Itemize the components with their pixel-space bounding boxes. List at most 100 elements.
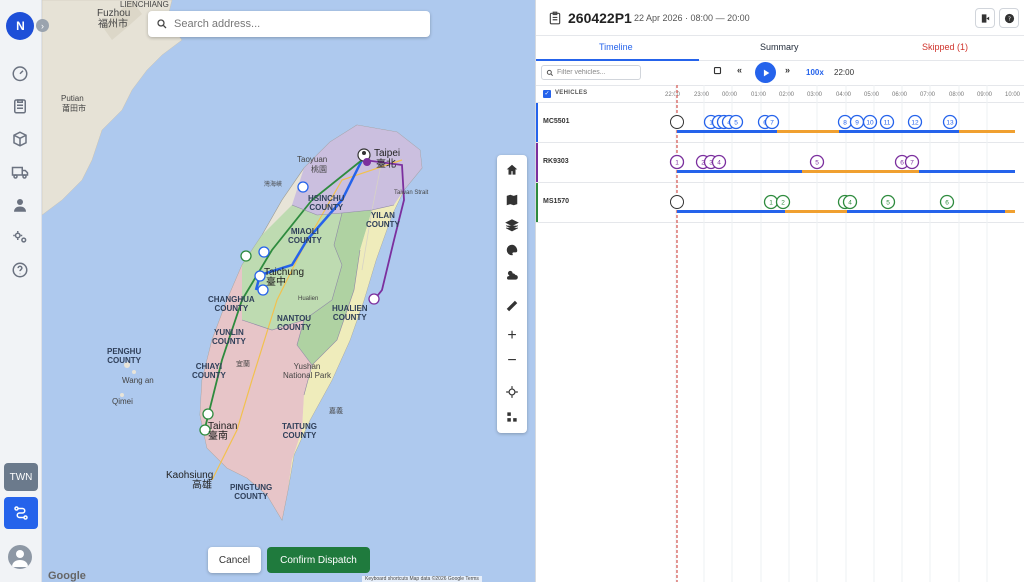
svg-text:7: 7	[910, 160, 914, 167]
label-tainan: Tainan	[208, 421, 238, 432]
current-time: 22:00	[834, 68, 855, 77]
label-qimei: Qimei	[112, 397, 133, 406]
svg-text:6: 6	[945, 200, 949, 207]
playback-speed[interactable]: 100x	[806, 68, 824, 77]
svg-text:5: 5	[886, 200, 890, 207]
truck-icon[interactable]	[9, 161, 31, 183]
tab-summary[interactable]: Summary	[760, 42, 799, 52]
depot-marker[interactable]	[670, 115, 684, 129]
label-tainan-cn: 臺南	[208, 431, 228, 442]
plan-date: 22 Apr 2026 · 08:00 — 20:00	[634, 13, 750, 23]
app-logo[interactable]: N	[6, 12, 34, 40]
stop-marker[interactable]: 13	[942, 114, 958, 130]
label-kaohsiung: Kaohsiung	[166, 470, 214, 481]
stop-marker[interactable]: 9	[849, 114, 865, 130]
svg-text:6: 6	[900, 160, 904, 167]
stop-marker[interactable]: 12	[907, 114, 923, 130]
label-hsinchu-city: 灣海峽	[264, 182, 283, 188]
vehicle-filter[interactable]	[541, 65, 641, 80]
help-icon: ?	[1004, 13, 1014, 23]
cancel-button[interactable]: Cancel	[208, 547, 261, 573]
box-icon[interactable]	[9, 128, 31, 150]
label-wangan: Wang an	[122, 376, 154, 385]
fast-forward-icon[interactable]: »	[785, 65, 790, 75]
stop-marker[interactable]: 1	[763, 194, 779, 210]
label-taipei: Taipei	[374, 148, 401, 159]
export-icon	[981, 13, 989, 23]
map-canvas[interactable]	[42, 0, 535, 582]
stop-marker[interactable]: 5	[809, 154, 825, 170]
search-input[interactable]	[174, 18, 414, 30]
label-hsinchu-county: HSINCHU COUNTY	[308, 194, 345, 212]
depot-marker[interactable]	[670, 195, 684, 209]
zoom-out-icon[interactable]: −	[497, 350, 527, 372]
label-chishing: 嘉義	[329, 408, 343, 415]
collapse-sidebar-button[interactable]: ›	[36, 19, 49, 32]
tab-skipped[interactable]: Skipped (1)	[922, 42, 968, 52]
tab-timeline[interactable]: Timeline	[599, 42, 633, 52]
region-button[interactable]: TWN	[4, 463, 38, 491]
stop-marker[interactable]: 6	[939, 194, 955, 210]
stop-marker[interactable]: 8	[837, 114, 853, 130]
help-icon[interactable]	[9, 259, 31, 281]
panel-header: 260422P1 22 Apr 2026 · 08:00 — 20:00 ?	[536, 0, 1024, 36]
svg-text:4: 4	[717, 160, 721, 167]
svg-text:5: 5	[734, 120, 738, 127]
stop-marker[interactable]: 5	[880, 194, 896, 210]
zoom-in-icon[interactable]: +	[497, 325, 527, 347]
label-pingtung: PINGTUNG COUNTY	[230, 483, 273, 501]
clipboard-icon	[549, 11, 561, 25]
map-icon[interactable]	[497, 189, 527, 211]
locate-icon[interactable]	[497, 381, 527, 403]
play-icon	[763, 69, 769, 76]
svg-text:2: 2	[781, 200, 785, 207]
svg-text:9: 9	[855, 120, 859, 127]
filter-input[interactable]	[557, 69, 637, 76]
timeline-chart[interactable]: 12345678910111213 1234567 123456	[536, 85, 1024, 582]
clipboard-icon[interactable]	[9, 95, 31, 117]
route-planner-button[interactable]	[4, 497, 38, 529]
settings-icon[interactable]	[9, 226, 31, 248]
ruler-icon[interactable]	[497, 295, 527, 317]
stop-marker[interactable]: 10	[862, 114, 878, 130]
search-icon	[157, 19, 167, 29]
map-attribution[interactable]: Keyboard shortcuts Map data ©2026 Google…	[362, 576, 482, 582]
stop-marker[interactable]: 4	[842, 194, 858, 210]
stop-marker[interactable]: 11	[879, 114, 895, 130]
user-icon[interactable]	[9, 194, 31, 216]
palette-icon[interactable]	[497, 239, 527, 261]
route-icon	[14, 506, 28, 520]
stop-marker[interactable]: 5	[728, 114, 744, 130]
export-button[interactable]	[975, 8, 995, 28]
label-fuzhou-cn: 福州市	[98, 19, 128, 30]
svg-text:8: 8	[843, 120, 847, 127]
stop-marker[interactable]: 1	[669, 154, 685, 170]
stop-marker[interactable]: 7	[764, 114, 780, 130]
label-putian: Putian	[61, 94, 84, 103]
rewind-icon[interactable]: «	[737, 65, 742, 75]
route-bar-mc5501[interactable]	[677, 130, 1015, 133]
confirm-dispatch-button[interactable]: Confirm Dispatch	[267, 547, 370, 573]
heatmap-icon[interactable]	[497, 406, 527, 428]
layers-icon[interactable]	[497, 214, 527, 236]
stop-marker[interactable]: 4	[711, 154, 727, 170]
stop-marker[interactable]: 2	[775, 194, 791, 210]
weather-icon[interactable]	[497, 264, 527, 286]
label-kaohsiung-cn: 高雄	[192, 480, 212, 491]
label-nantou: NANTOU COUNTY	[277, 314, 312, 332]
dashboard-icon[interactable]	[9, 62, 31, 84]
help-button[interactable]: ?	[999, 8, 1019, 28]
map-view[interactable]: LIENCHIANG Fuzhou 福州市 Putian 莆田市 Taipei …	[42, 0, 535, 582]
route-bar-ms1570[interactable]	[677, 210, 1015, 213]
home-icon[interactable]	[497, 159, 527, 181]
stop-icon[interactable]	[713, 66, 722, 77]
label-puli: Hualien	[298, 296, 319, 302]
route-bar-rk9303[interactable]	[677, 170, 1015, 173]
stop-marker[interactable]: 7	[904, 154, 920, 170]
svg-text:1: 1	[675, 160, 679, 167]
avatar[interactable]	[8, 545, 32, 569]
svg-text:13: 13	[946, 120, 954, 127]
play-button[interactable]	[755, 62, 776, 83]
address-search[interactable]	[148, 11, 430, 37]
label-taichung-cn: 臺中	[266, 277, 286, 288]
